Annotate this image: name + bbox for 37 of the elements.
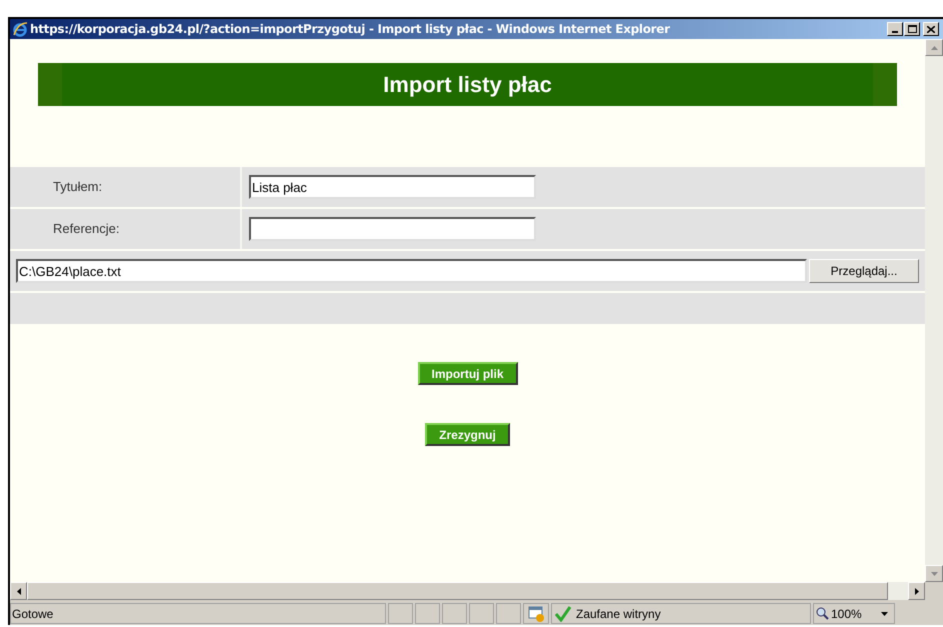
file-path-field[interactable]: C:\GB24\place.txt xyxy=(16,259,807,283)
right-arrow-icon xyxy=(914,588,918,594)
zoom-icon xyxy=(816,607,829,620)
browser-logo-icon xyxy=(12,21,28,37)
down-arrow-icon xyxy=(930,572,938,576)
security-zone-text: Zaufane witryny xyxy=(576,606,661,622)
field-label: Tytułem: xyxy=(53,178,102,196)
field-label: Referencje: xyxy=(53,220,120,238)
status-pane xyxy=(496,603,521,624)
status-pane xyxy=(469,603,494,624)
status-pane xyxy=(442,603,467,624)
import-button[interactable]: Importuj plik xyxy=(418,362,518,385)
checkmark-icon xyxy=(554,606,572,622)
close-icon xyxy=(927,26,935,32)
input-field[interactable] xyxy=(249,217,536,241)
scroll-up-button[interactable] xyxy=(925,39,943,56)
left-arrow-icon xyxy=(16,588,20,594)
dropdown-arrow-icon[interactable] xyxy=(881,612,888,616)
minimize-icon xyxy=(892,31,898,33)
browse-button[interactable]: Przeglądaj... xyxy=(809,259,919,283)
maximize-button[interactable] xyxy=(904,22,920,36)
status-text: Gotowe xyxy=(10,603,386,624)
input-field[interactable]: Lista płac xyxy=(249,175,536,199)
status-pane xyxy=(388,603,413,624)
vertical-scrollbar[interactable] xyxy=(925,39,943,582)
scroll-right-button[interactable] xyxy=(908,582,925,600)
up-arrow-icon xyxy=(930,46,938,50)
popup-warning-icon xyxy=(528,606,544,622)
close-button[interactable] xyxy=(923,22,939,36)
cancel-button[interactable]: Zrezygnuj xyxy=(425,423,510,446)
scroll-left-button[interactable] xyxy=(10,582,27,600)
window-title: https://korporacja.gb24.pl/?action=importPrzygotuj - Import listy płac - Windows Internet Explorer xyxy=(30,21,671,38)
page-heading: Import listy płac xyxy=(383,71,552,99)
status-pane xyxy=(415,603,440,624)
scroll-down-button[interactable] xyxy=(925,565,943,582)
maximize-icon xyxy=(908,25,916,33)
minimize-button[interactable] xyxy=(887,22,903,36)
